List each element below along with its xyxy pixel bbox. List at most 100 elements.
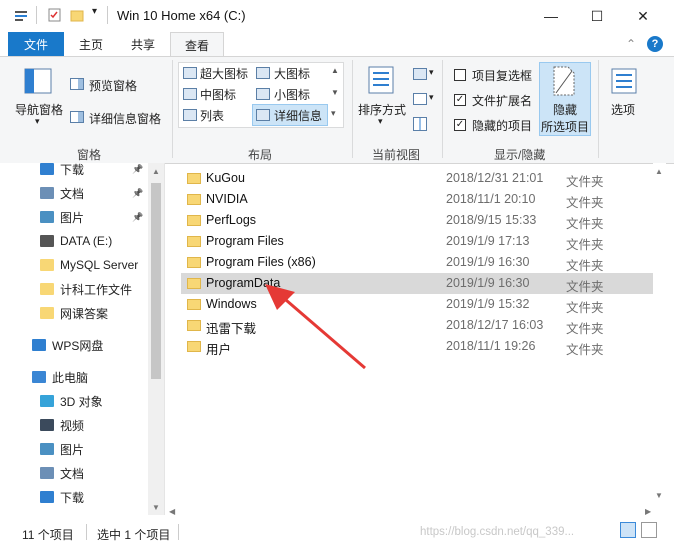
- sort-by-icon[interactable]: [368, 66, 394, 94]
- content-vertical-scrollbar[interactable]: ▲ ▼: [653, 163, 666, 515]
- nav-item[interactable]: 此电脑: [0, 365, 148, 389]
- nav-item[interactable]: 图片: [0, 437, 148, 461]
- nav-item-label: WPS网盘: [52, 338, 104, 353]
- folder-icon: [40, 259, 54, 271]
- nav-item[interactable]: MySQL Server: [0, 253, 148, 277]
- status-item-count: 11 个项目: [22, 528, 74, 542]
- content-scroll-right-icon[interactable]: ▶: [645, 507, 651, 516]
- tab-home[interactable]: 主页: [70, 32, 112, 56]
- folder-icon: [40, 307, 54, 319]
- layout-expand-icon[interactable]: ▾: [331, 108, 336, 119]
- large-icons-view-icon[interactable]: [641, 522, 657, 538]
- help-icon[interactable]: ?: [647, 36, 663, 52]
- file-type: 文件夹: [566, 322, 604, 336]
- folder-icon: [187, 299, 201, 310]
- options-icon[interactable]: [611, 68, 637, 94]
- layout-medium[interactable]: 中图标: [200, 86, 236, 103]
- nav-item[interactable]: 网课答案: [0, 301, 148, 325]
- nav-item[interactable]: 视频: [0, 413, 148, 437]
- layout-scroll-up-icon[interactable]: ▲: [331, 66, 339, 75]
- add-columns-dropdown-icon[interactable]: ▾: [429, 92, 434, 103]
- window-menu-icon[interactable]: [14, 8, 28, 22]
- content-scroll-down-icon[interactable]: ▼: [655, 491, 663, 500]
- nav-item[interactable]: WPS网盘: [0, 333, 148, 357]
- file-date: 2019/1/9 16:30: [446, 255, 530, 269]
- nav-item-label: 图片: [60, 210, 85, 225]
- content-scroll-up-icon[interactable]: ▲: [655, 167, 663, 176]
- file-type: 文件夹: [566, 196, 604, 210]
- layout-large[interactable]: 大图标: [274, 65, 310, 82]
- file-name: Windows: [206, 297, 257, 311]
- group-by-dropdown-icon[interactable]: ▾: [429, 67, 434, 78]
- nav-item-label: 文档: [60, 186, 85, 201]
- folder-icon: [187, 341, 201, 352]
- nav-item[interactable]: DATA (E:): [0, 229, 148, 253]
- nav-item[interactable]: 下载: [0, 485, 148, 509]
- close-button[interactable]: ✕: [620, 0, 666, 32]
- options-button[interactable]: 选项: [611, 101, 635, 118]
- item-checkboxes-checkbox[interactable]: [454, 69, 466, 81]
- layout-small[interactable]: 小图标: [274, 86, 310, 103]
- file-type: 文件夹: [566, 238, 604, 252]
- computer-icon: [32, 371, 46, 383]
- details-view-icon[interactable]: [620, 522, 636, 538]
- nav-item[interactable]: 下载 📌: [0, 163, 148, 181]
- current-view-group-label: 当前视图: [372, 148, 421, 162]
- hidden-items-label[interactable]: 隐藏的项目: [472, 117, 532, 134]
- nav-item[interactable]: 计科工作文件: [0, 277, 148, 301]
- size-columns-icon[interactable]: [413, 117, 427, 131]
- layout-scroll-down-icon[interactable]: ▼: [331, 88, 339, 97]
- content-horizontal-scrollbar[interactable]: ◀ ▶: [165, 506, 665, 520]
- hide-selected-icon: [552, 66, 576, 96]
- nav-item[interactable]: 文档 📌: [0, 181, 148, 205]
- nav-pane-dropdown-icon[interactable]: ▾: [35, 116, 40, 127]
- nav-item-label: DATA (E:): [60, 234, 113, 248]
- details-icon: [256, 109, 270, 121]
- file-type: 文件夹: [566, 301, 604, 315]
- item-checkboxes-label[interactable]: 项目复选框: [472, 67, 532, 84]
- nav-pane-icon[interactable]: [24, 68, 52, 94]
- nav-scrollbar[interactable]: ▲ ▼: [148, 163, 164, 515]
- nav-scroll-up-icon[interactable]: ▲: [152, 167, 160, 176]
- file-date: 2019/1/9 16:30: [446, 276, 530, 290]
- layout-extra-large[interactable]: 超大图标: [200, 65, 248, 82]
- group-by-icon[interactable]: [413, 68, 427, 80]
- details-pane-icon: [70, 111, 84, 123]
- download-icon: [40, 163, 54, 175]
- file-date: 2018/12/31 21:01: [446, 171, 544, 185]
- collapse-ribbon-icon[interactable]: ⌃: [626, 37, 636, 51]
- nav-item[interactable]: 3D 对象: [0, 389, 148, 413]
- nav-scroll-down-icon[interactable]: ▼: [152, 503, 160, 512]
- file-name: Program Files: [206, 234, 284, 248]
- details-pane-button[interactable]: 详细信息窗格: [89, 110, 161, 127]
- new-folder-icon[interactable]: [70, 8, 84, 22]
- video-icon: [40, 419, 54, 431]
- folder-icon: [187, 236, 201, 247]
- maximize-button[interactable]: ☐: [574, 0, 620, 32]
- nav-item[interactable]: 文档: [0, 461, 148, 485]
- file-date: 2018/9/15 15:33: [446, 213, 537, 227]
- tab-view[interactable]: 查看: [170, 32, 224, 58]
- layout-list[interactable]: 列表: [200, 107, 224, 124]
- layout-details[interactable]: 详细信息: [274, 107, 322, 124]
- nav-scroll-thumb[interactable]: [151, 183, 161, 379]
- sort-by-dropdown-icon[interactable]: ▾: [378, 116, 383, 127]
- nav-item[interactable]: 音乐: [0, 509, 148, 516]
- nav-item[interactable]: 图片 📌: [0, 205, 148, 229]
- file-extensions-checkbox[interactable]: ✓: [454, 94, 466, 106]
- preview-pane-button[interactable]: 预览窗格: [89, 77, 137, 94]
- tab-file[interactable]: 文件: [8, 32, 64, 56]
- minimize-button[interactable]: —: [528, 0, 574, 32]
- tab-share[interactable]: 共享: [120, 32, 166, 56]
- content-scroll-left-icon[interactable]: ◀: [169, 507, 175, 516]
- file-extensions-label[interactable]: 文件扩展名: [472, 92, 532, 109]
- hide-selected-label-2: 所选项目: [541, 120, 590, 134]
- qat-customize-icon[interactable]: ▾: [92, 6, 97, 17]
- properties-icon[interactable]: [48, 8, 62, 22]
- pin-icon: 📌: [132, 187, 144, 198]
- small-icons-icon: [256, 88, 270, 100]
- hidden-items-checkbox[interactable]: ✓: [454, 119, 466, 131]
- add-columns-icon[interactable]: [413, 93, 427, 105]
- file-name: PerfLogs: [206, 213, 257, 227]
- cube-icon: [40, 395, 54, 407]
